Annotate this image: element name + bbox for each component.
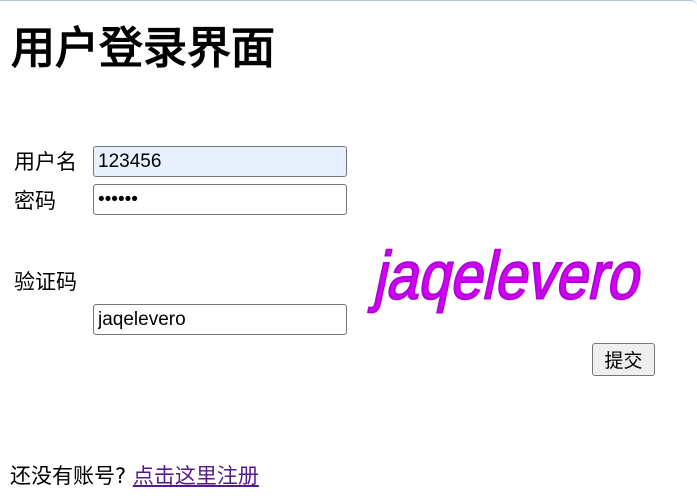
password-label: 密码 [14,189,56,213]
register-prompt-text: 还没有账号? [10,464,127,488]
username-input[interactable] [93,146,347,177]
register-link[interactable]: 点击这里注册 [133,464,259,488]
page-title: 用户登录界面 [11,23,275,74]
password-input[interactable] [93,184,347,215]
captcha-input[interactable] [93,304,347,335]
register-prompt: 还没有账号? 点击这里注册 [10,462,259,490]
captcha-glyphs: jaqelevero [367,239,650,314]
captcha-label: 验证码 [14,270,77,294]
submit-button[interactable]: 提交 [592,343,655,376]
username-label: 用户名 [14,150,77,174]
captcha-image[interactable]: jaqelevero [357,223,657,335]
